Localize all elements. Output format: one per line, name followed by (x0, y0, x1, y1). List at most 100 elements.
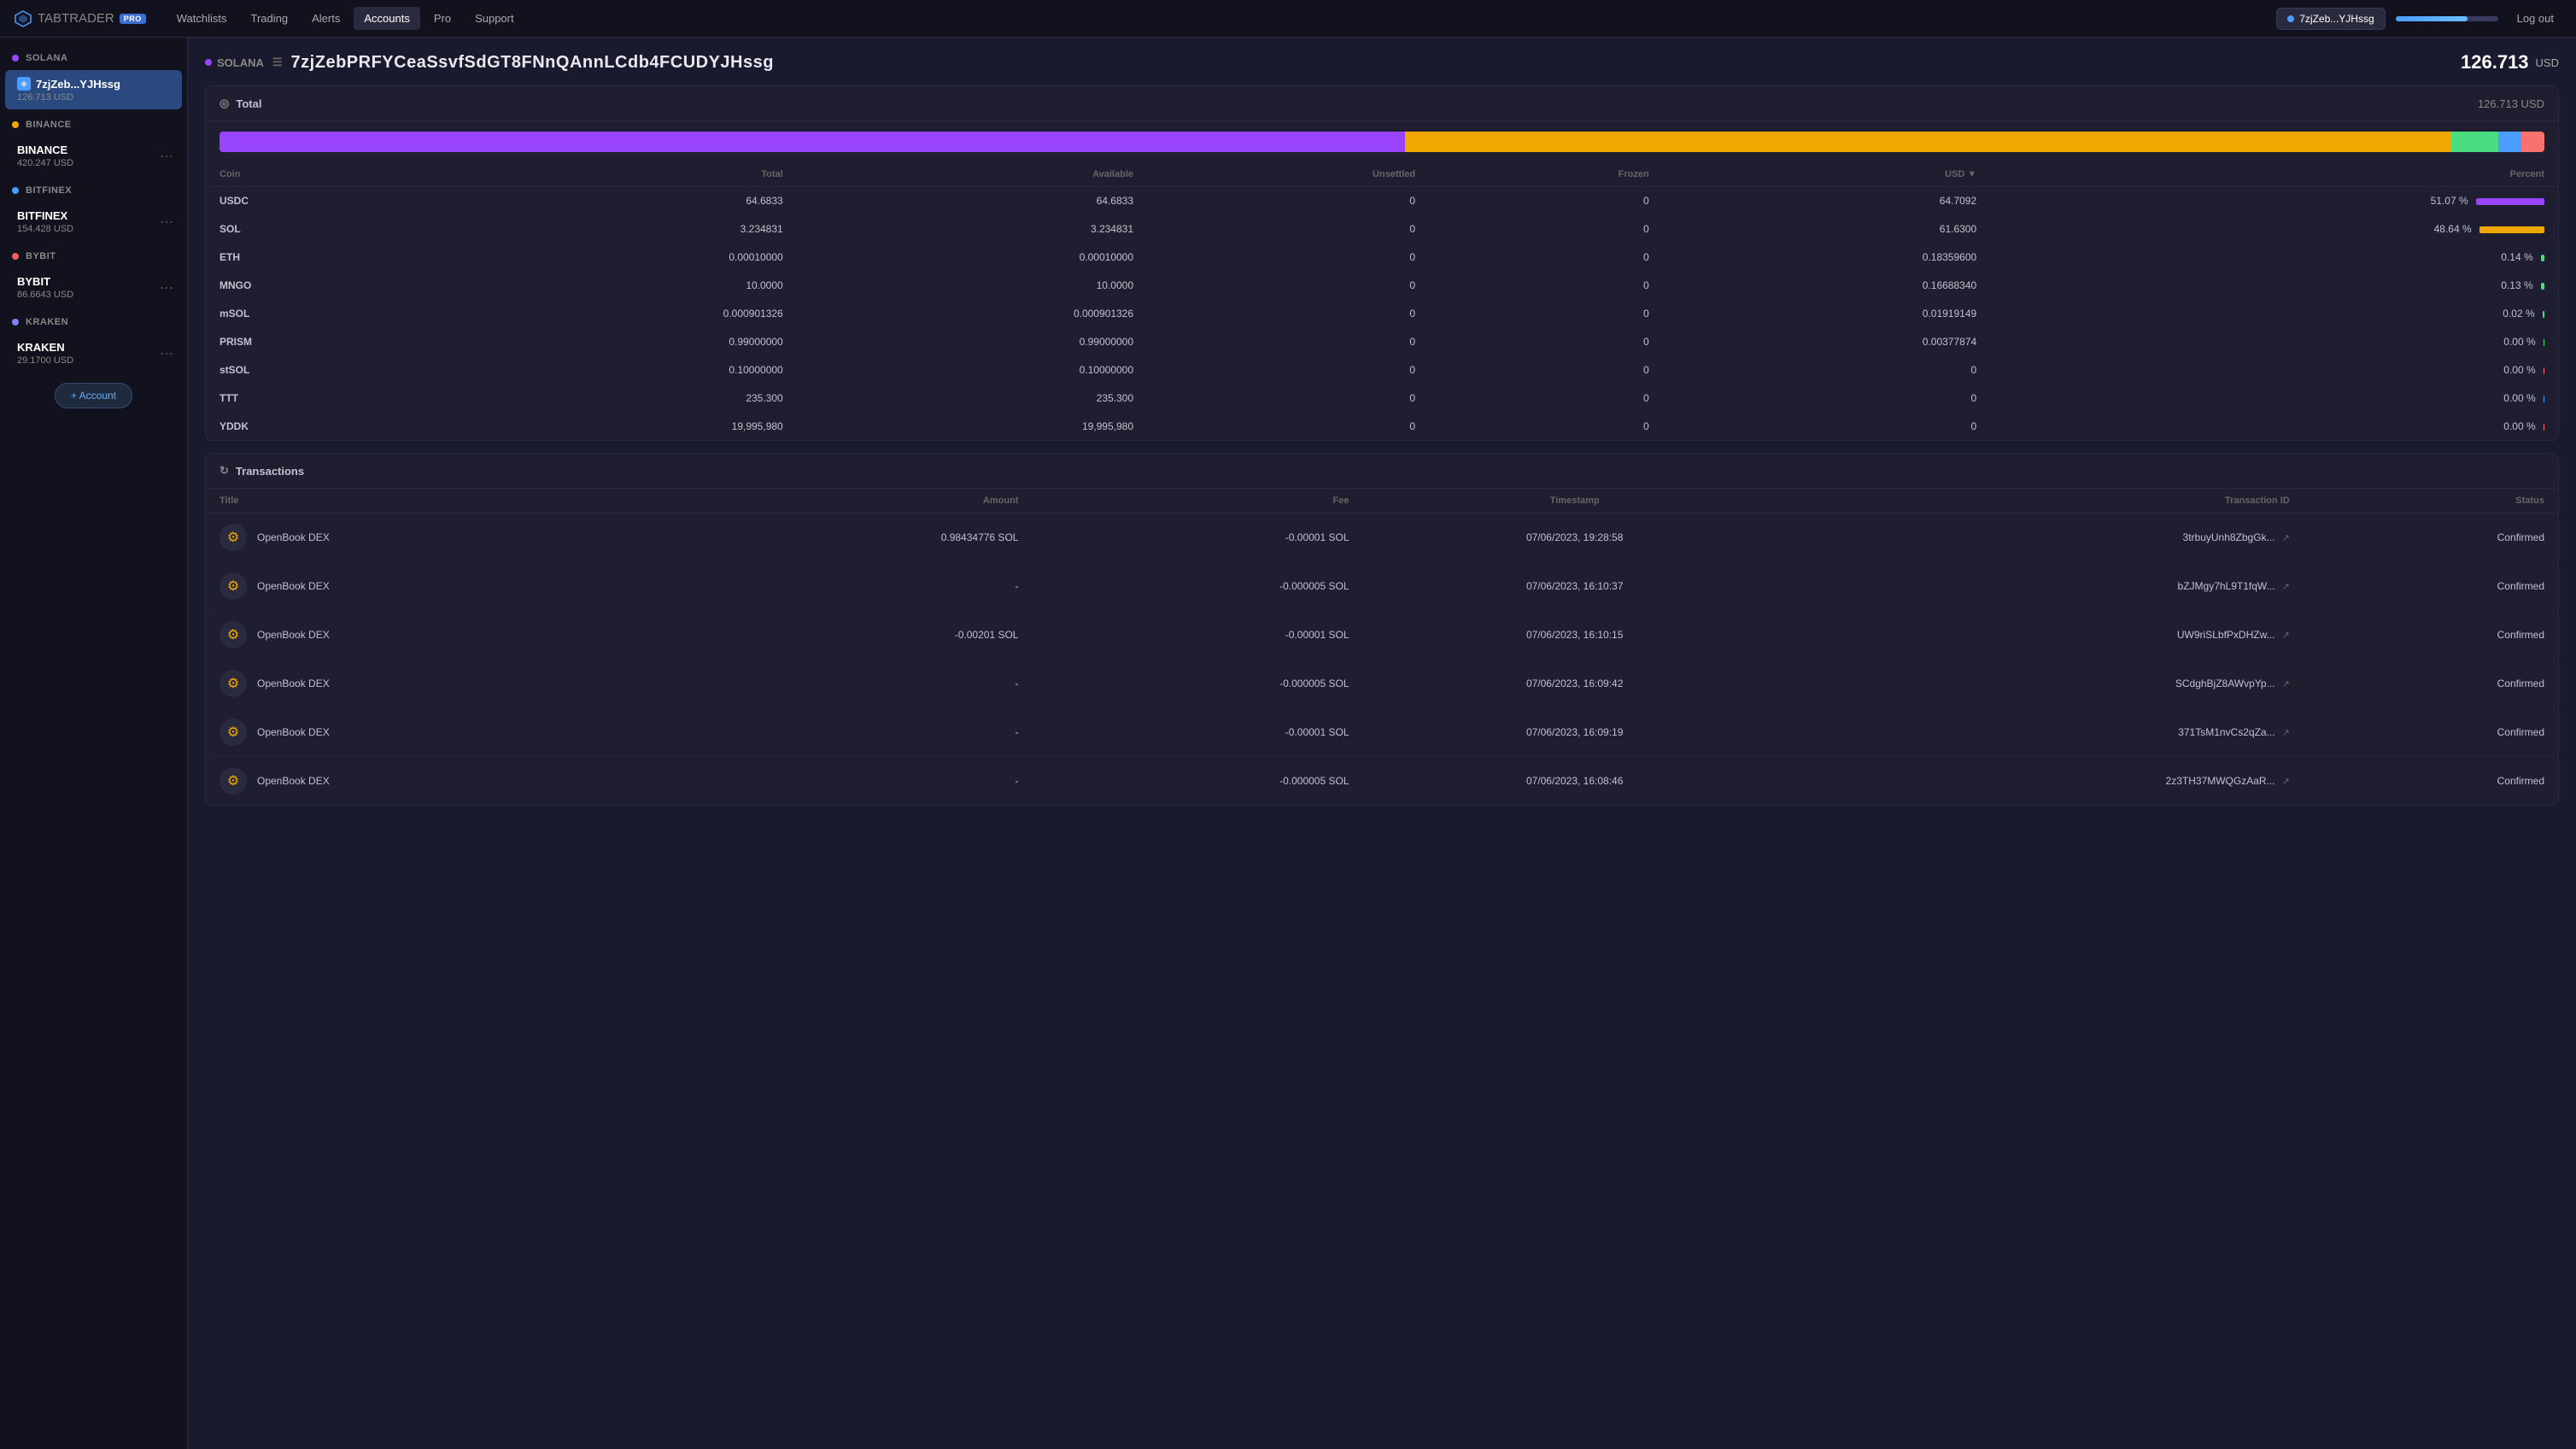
coin-percent: 0.00 % (1990, 413, 2558, 441)
tx-title: ⚙ OpenBook DEX (206, 513, 675, 562)
coin-name: stSOL (206, 356, 446, 384)
tx-amount: - (675, 708, 1033, 757)
nav-watchlists[interactable]: Watchlists (167, 7, 237, 30)
transactions-card-header: ↻ Transactions (206, 454, 2558, 489)
tx-status: Confirmed (2304, 660, 2558, 708)
list-item: ⚙ OpenBook DEX 0.98434776 SOL -0.00001 S… (206, 513, 2558, 562)
coin-name: MNGO (206, 272, 446, 300)
total-card: ◎ Total 126.713 USD Coin Total (205, 85, 2559, 441)
nav-progress-bar (2396, 16, 2498, 21)
coin-unsettled: 0 (1147, 413, 1429, 441)
total-icon: ◎ (220, 97, 229, 110)
coin-total: 64.6833 (446, 187, 796, 215)
sidebar-group-solana: SOLANA (0, 44, 187, 68)
tx-icon: ⚙ (220, 572, 247, 600)
sidebar-item-binance[interactable]: BINANCE 420.247 USD ⋯ (5, 137, 182, 175)
coin-total: 0.00010000 (446, 243, 796, 272)
coin-name: USDC (206, 187, 446, 215)
add-account-button[interactable]: + Account (55, 383, 132, 408)
list-item: ⚙ OpenBook DEX -0.00201 SOL -0.00001 SOL… (206, 611, 2558, 660)
coin-name: mSOL (206, 300, 446, 328)
app-layout: SOLANA ◈ 7zjZeb...YJHssg 126.713 USD BIN… (0, 38, 2576, 1449)
account-address: 7zjZebPRFYCeaSsvfSdGT8FNnQAnnLCdb4FCUDYJ… (291, 53, 774, 73)
table-row: YDDK 19,995,980 19,995,980 0 0 0 0.00 % (206, 413, 2558, 441)
add-account-label: + Account (71, 390, 116, 402)
coin-unsettled: 0 (1147, 384, 1429, 413)
nav-alerts[interactable]: Alerts (302, 7, 350, 30)
tx-status: Confirmed (2304, 513, 2558, 562)
nav-support[interactable]: Support (465, 7, 524, 30)
binance-menu-icon[interactable]: ⋯ (160, 148, 173, 165)
coin-percent: 0.02 % (1990, 300, 2558, 328)
account-selector-button[interactable]: 7zjZeb...YJHssg (2276, 8, 2385, 30)
binance-dot (12, 121, 19, 128)
sidebar-item-bitfinex[interactable]: BITFINEX 154.428 USD ⋯ (5, 202, 182, 241)
coin-available: 0.99000000 (797, 328, 1147, 356)
nav-right: 7zjZeb...YJHssg Log out (2276, 8, 2562, 30)
nav-pro[interactable]: Pro (424, 7, 461, 30)
bitfinex-menu-icon[interactable]: ⋯ (160, 214, 173, 231)
list-item: ⚙ OpenBook DEX - -0.000005 SOL 07/06/202… (206, 660, 2558, 708)
col-available: Available (797, 162, 1147, 187)
tx-id: 2z3TH37MWQGzAaR... ↗ (1787, 757, 2304, 806)
coin-frozen: 0 (1429, 300, 1663, 328)
coins-table: Coin Total Available Unsettled Frozen US… (206, 162, 2558, 440)
tx-link-icon[interactable]: ↗ (2282, 532, 2290, 543)
sidebar-item-name: 7zjZeb...YJHssg (36, 78, 120, 91)
bybit-menu-icon[interactable]: ⋯ (160, 279, 173, 296)
coin-unsettled: 0 (1147, 215, 1429, 243)
coin-unsettled: 0 (1147, 356, 1429, 384)
logout-button[interactable]: Log out (2509, 8, 2562, 29)
total-card-value: 126.713 USD (2478, 97, 2544, 110)
tx-fee: -0.00001 SOL (1032, 513, 1362, 562)
percent-bar (2476, 198, 2544, 205)
tx-timestamp: 07/06/2023, 16:08:46 (1363, 757, 1787, 806)
table-row: mSOL 0.000901326 0.000901326 0 0 0.01919… (206, 300, 2558, 328)
col-usd[interactable]: USD ▼ (1663, 162, 1990, 187)
sidebar-item-bybit[interactable]: BYBIT 86.6643 USD ⋯ (5, 268, 182, 307)
coin-percent: 0.13 % (1990, 272, 2558, 300)
coin-available: 3.234831 (797, 215, 1147, 243)
nav-trading[interactable]: Trading (241, 7, 299, 30)
nav-accounts[interactable]: Accounts (354, 7, 419, 30)
coin-usd: 0.01919149 (1663, 300, 1990, 328)
table-row: PRISM 0.99000000 0.99000000 0 0 0.003778… (206, 328, 2558, 356)
coin-frozen: 0 (1429, 215, 1663, 243)
coin-usd: 0.18359600 (1663, 243, 1990, 272)
logo[interactable]: TABTRADER PRO (14, 9, 146, 28)
coin-name: SOL (206, 215, 446, 243)
percent-bar (2479, 226, 2544, 233)
tx-col-status: Status (2304, 489, 2558, 513)
coin-unsettled: 0 (1147, 272, 1429, 300)
bar-eth (2451, 132, 2497, 152)
list-item: ⚙ OpenBook DEX - -0.000005 SOL 07/06/202… (206, 562, 2558, 611)
tx-link-icon[interactable]: ↗ (2282, 776, 2290, 787)
tx-id: 3trbuyUnh8ZbgGk... ↗ (1787, 513, 2304, 562)
tx-timestamp: 07/06/2023, 16:10:15 (1363, 611, 1787, 660)
tx-amount: 0.98434776 SOL (675, 513, 1033, 562)
kraken-dot (12, 319, 19, 326)
sidebar-item-balance: 126.713 USD (17, 92, 170, 103)
network-label: SOLANA ☰ (205, 56, 283, 69)
sidebar-item-kraken[interactable]: KRAKEN 29.1700 USD ⋯ (5, 334, 182, 373)
col-unsettled: Unsettled (1147, 162, 1429, 187)
coin-total: 10.0000 (446, 272, 796, 300)
col-percent: Percent (1990, 162, 2558, 187)
binance-name: BINANCE (17, 144, 67, 156)
kraken-menu-icon[interactable]: ⋯ (160, 345, 173, 362)
tx-amount: -0.00201 SOL (675, 611, 1033, 660)
coin-usd: 0 (1663, 413, 1990, 441)
sidebar-item-solana-wallet[interactable]: ◈ 7zjZeb...YJHssg 126.713 USD (5, 70, 182, 109)
col-coin: Coin (206, 162, 446, 187)
sidebar-group-bybit: BYBIT (0, 243, 187, 267)
header-network-dot (205, 59, 212, 66)
tx-link-icon[interactable]: ↗ (2282, 678, 2290, 689)
tx-col-timestamp: Timestamp (1363, 489, 1787, 513)
settings-icon[interactable]: ☰ (272, 56, 283, 69)
bar-ttt (2498, 132, 2521, 152)
binance-balance: 420.247 USD (17, 158, 170, 168)
tx-link-icon[interactable]: ↗ (2282, 630, 2290, 641)
tx-link-icon[interactable]: ↗ (2282, 727, 2290, 738)
tx-link-icon[interactable]: ↗ (2282, 581, 2290, 592)
tx-timestamp: 07/06/2023, 16:10:37 (1363, 562, 1787, 611)
